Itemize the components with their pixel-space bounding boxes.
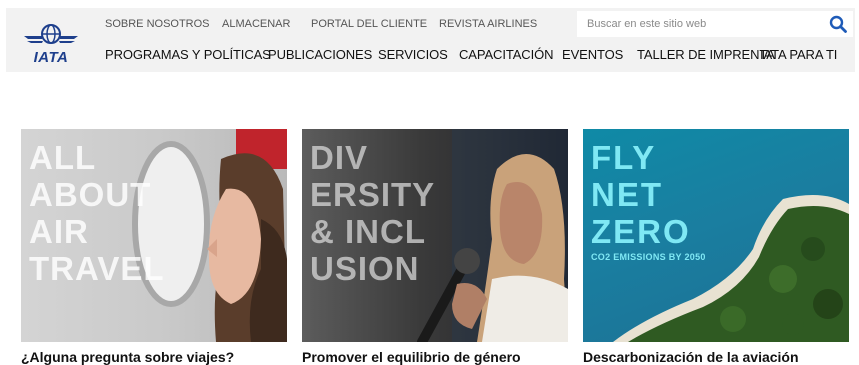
card-overlay-text: ALL ABOUT AIR TRAVEL	[29, 139, 165, 287]
card-overlay-text: FLY NET ZERO	[591, 139, 691, 250]
card-overlay-text: DIV ERSITY & INCL USION	[310, 139, 436, 287]
search-icon[interactable]	[829, 15, 847, 33]
nav-revista-airlines[interactable]: REVISTA AIRLINES	[439, 18, 537, 30]
nav-capacitacion[interactable]: CAPACITACIÓN	[459, 47, 553, 62]
nav-sobre-nosotros[interactable]: SOBRE NOSOTROS	[105, 18, 210, 30]
iata-logo[interactable]: IATA	[22, 21, 80, 66]
card-title-diversity[interactable]: Promover el equilibrio de género	[302, 349, 521, 365]
nav-taller-imprenta[interactable]: TALLER DE IMPRENTA	[637, 47, 775, 62]
nav-programas-politicas[interactable]: PROGRAMAS Y POLÍTICAS	[105, 47, 271, 62]
nav-almacenar[interactable]: ALMACENAR	[222, 18, 290, 30]
card-title-decarbonization[interactable]: Descarbonización de la aviación	[583, 349, 799, 365]
logo-text: IATA	[33, 49, 69, 66]
nav-publicaciones[interactable]: PUBLICACIONES	[268, 47, 372, 62]
card-subtitle: CO2 EMISSIONS BY 2050	[591, 252, 706, 262]
globe-wings-icon	[24, 24, 78, 44]
nav-eventos[interactable]: EVENTOS	[562, 47, 623, 62]
search-input[interactable]	[577, 11, 825, 37]
card-air-travel[interactable]: ALL ABOUT AIR TRAVEL	[21, 129, 287, 342]
nav-servicios[interactable]: SERVICIOS	[378, 47, 448, 62]
card-diversity[interactable]: DIV ERSITY & INCL USION	[302, 129, 568, 342]
site-header: IATA SOBRE NOSOTROS ALMACENAR PORTAL DEL…	[6, 8, 855, 72]
nav-iata-para-ti[interactable]: IATA PARA TI	[760, 47, 837, 62]
nav-portal-cliente[interactable]: PORTAL DEL CLIENTE	[311, 18, 427, 30]
card-title-air-travel[interactable]: ¿Alguna pregunta sobre viajes?	[21, 349, 234, 365]
card-fly-net-zero[interactable]: FLY NET ZERO CO2 EMISSIONS BY 2050	[583, 129, 849, 342]
search-box	[577, 11, 853, 37]
